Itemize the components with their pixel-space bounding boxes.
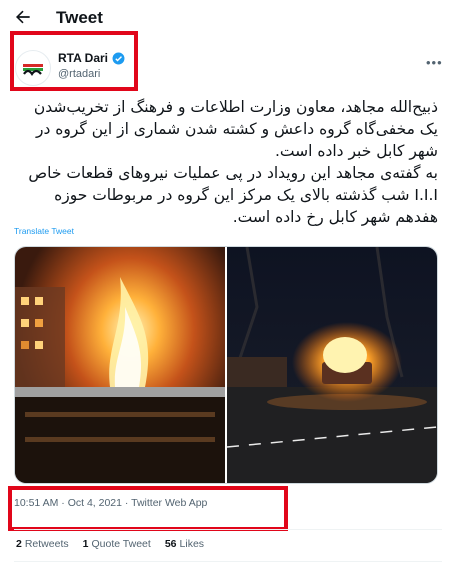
more-options-icon[interactable]: •••	[426, 55, 443, 70]
page-title: Tweet	[56, 8, 103, 27]
burning-car-photo[interactable]	[227, 247, 437, 483]
retweets-stat[interactable]: 2 Retweets	[16, 538, 69, 550]
author-name-text: RTA Dari	[58, 51, 109, 65]
author-handle[interactable]: @rtadari	[58, 68, 100, 80]
translate-tweet-link[interactable]: Translate Tweet	[14, 226, 74, 236]
media-grid	[14, 246, 438, 484]
tweet-paragraph-1: ذبیح‌الله مجاهد، معاون وزارت اطلاعات و ف…	[33, 98, 438, 160]
fire-building-photo[interactable]	[15, 247, 225, 483]
rta-logo-icon	[23, 64, 43, 76]
avatar[interactable]	[15, 50, 51, 86]
engagement-stats: 2 Retweets 1 Quote Tweet 56 Likes	[16, 538, 204, 550]
quote-tweets-stat[interactable]: 1 Quote Tweet	[83, 538, 151, 550]
tweet-timestamp[interactable]: 10:51 AM · Oct 4, 2021 · Twitter Web App	[14, 497, 207, 509]
likes-stat[interactable]: 56 Likes	[165, 538, 204, 550]
author-name[interactable]: RTA Dari	[58, 51, 125, 65]
verified-badge-icon	[112, 52, 125, 64]
tweet-paragraph-2: به گفته‌ی مجاهد این رویداد در پی عملیات …	[28, 164, 438, 226]
tweet-text: ذبیح‌الله مجاهد، معاون وزارت اطلاعات و ف…	[14, 96, 438, 228]
divider	[14, 529, 442, 530]
divider	[14, 561, 442, 562]
back-arrow-icon[interactable]	[13, 7, 33, 27]
top-bar: Tweet	[0, 0, 468, 34]
